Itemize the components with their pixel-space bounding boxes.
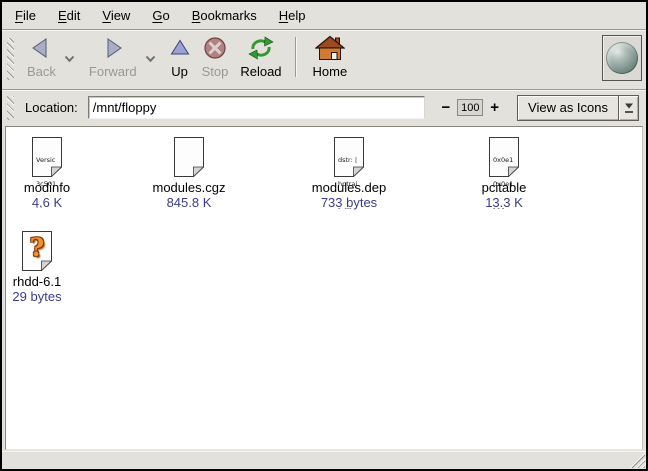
stop-label: Stop: [202, 65, 229, 79]
unknown-file-icon: ?: [22, 231, 52, 271]
file-item-modules-dep[interactable]: dstr: | hptrai - --- modules.dep 733 byt…: [294, 137, 404, 210]
menu-go[interactable]: Go: [141, 3, 180, 28]
forward-label: Forward: [89, 65, 137, 79]
file-item-pcitable[interactable]: 0x0e1 0x0e1 - - - pcitable 13.3 K: [449, 137, 559, 210]
home-button[interactable]: Home: [307, 34, 354, 80]
menu-file[interactable]: File: [4, 3, 47, 28]
text-file-icon: Versic 3c501 · ·: [32, 137, 62, 177]
file-size: 29 bytes: [12, 289, 61, 304]
question-mark-icon: ?: [22, 233, 52, 262]
file-item-rhdd[interactable]: ? rhdd-6.1 29 bytes: [5, 231, 92, 304]
toolbar-drag-handle[interactable]: [7, 38, 14, 80]
resize-grip[interactable]: [628, 453, 645, 468]
location-input[interactable]: [88, 96, 425, 119]
file-size: 845.8 K: [167, 195, 212, 210]
location-label: Location:: [25, 100, 78, 115]
file-item-modinfo[interactable]: Versic 3c501 · · modinfo 4.6 K: [5, 137, 102, 210]
location-bar: Location: − 100 + View as Icons: [2, 91, 646, 124]
dropdown-arrow-icon: [624, 103, 634, 109]
home-icon: [315, 35, 345, 64]
chevron-down-icon: [145, 51, 156, 66]
view-mode-label: View as Icons: [518, 96, 618, 120]
menu-bar: File Edit View Go Bookmarks Help: [2, 2, 646, 29]
reload-button[interactable]: Reload: [234, 34, 287, 80]
up-icon: [170, 39, 190, 59]
home-label: Home: [313, 65, 348, 79]
text-file-icon: 0x0e1 0x0e1 - - -: [489, 137, 519, 177]
throbber: [602, 35, 642, 81]
up-button[interactable]: Up: [164, 34, 196, 80]
file-item-modules-cgz[interactable]: modules.cgz 845.8 K: [134, 137, 244, 210]
zoom-out-button[interactable]: −: [438, 100, 455, 115]
chevron-down-icon: [64, 51, 75, 66]
menu-bookmarks[interactable]: Bookmarks: [181, 3, 268, 28]
forward-button[interactable]: Forward: [83, 34, 143, 80]
view-mode-arrow-button[interactable]: [618, 96, 638, 120]
back-history-dropdown[interactable]: [62, 51, 77, 66]
locationbar-drag-handle[interactable]: [7, 96, 14, 120]
file-view: Versic 3c501 · · modinfo 4.6 K modules.c…: [5, 126, 643, 450]
zoom-level-indicator: 100: [457, 99, 483, 116]
forward-history-dropdown[interactable]: [143, 51, 158, 66]
back-icon: [29, 36, 53, 63]
throbber-sphere-icon: [606, 42, 638, 74]
forward-icon: [101, 36, 125, 63]
reload-label: Reload: [240, 65, 281, 79]
stop-button[interactable]: Stop: [196, 34, 235, 80]
toolbar-separator: [295, 37, 297, 77]
back-button[interactable]: Back: [21, 34, 62, 80]
reload-icon: [247, 36, 275, 63]
zoom-in-button[interactable]: +: [486, 100, 503, 115]
blank-file-icon: [174, 137, 204, 177]
stop-icon: [202, 36, 228, 63]
status-bar: [2, 451, 646, 469]
back-label: Back: [27, 65, 56, 79]
menu-help[interactable]: Help: [268, 3, 317, 28]
menu-edit[interactable]: Edit: [47, 3, 91, 28]
file-manager-window: File Edit View Go Bookmarks Help Back Fo…: [0, 0, 648, 471]
file-name: modules.cgz: [153, 180, 226, 195]
up-label: Up: [171, 65, 188, 79]
zoom-controls: − 100 +: [438, 99, 504, 116]
menu-view[interactable]: View: [91, 3, 141, 28]
text-file-icon: dstr: | hptrai - ---: [334, 137, 364, 177]
view-mode-dropdown[interactable]: View as Icons: [517, 95, 639, 121]
file-name: rhdd-6.1: [13, 274, 61, 289]
toolbar: Back Forward Up: [2, 31, 646, 89]
